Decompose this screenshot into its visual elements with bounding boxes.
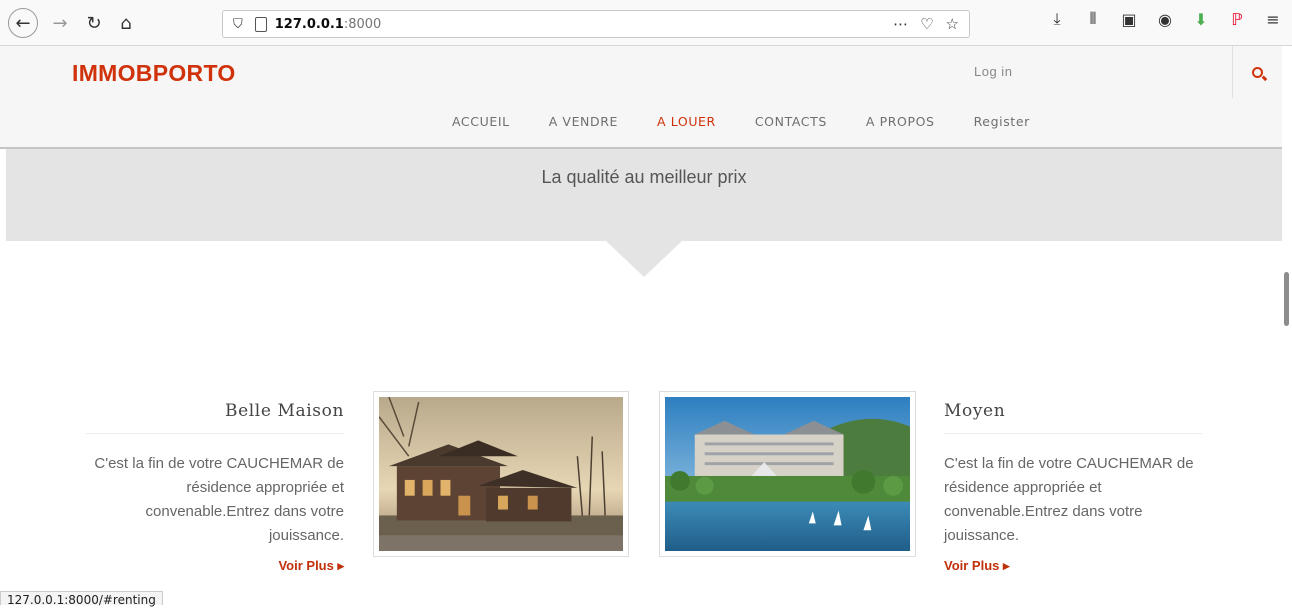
band-arrow xyxy=(606,241,682,277)
listing-text-1: Belle Maison C'est la fin de votre CAUCH… xyxy=(86,401,344,575)
home-icon[interactable]: ⌂ xyxy=(112,9,140,37)
tagline: La qualité au meilleur prix xyxy=(541,167,747,187)
downloads-icon[interactable]: ⤓ xyxy=(1046,9,1068,29)
nav-register[interactable]: Register xyxy=(974,114,1030,129)
main-nav: ACCUEIL A VENDRE A LOUER CONTACTS A PROP… xyxy=(452,114,1069,129)
listing-photo-house[interactable] xyxy=(373,391,629,557)
login-link[interactable]: Log in xyxy=(974,64,1012,79)
tagline-band: La qualité au meilleur prix xyxy=(6,149,1282,241)
url-host: 127.0.0.1 xyxy=(274,16,344,32)
back-icon[interactable]: ← xyxy=(8,8,38,38)
browser-toolbar: ← → ↻ ⌂ ⛉ 127.0.0.1 :8000 ⋯ ♡ ☆ ⤓ ⫴ ▣ ◉ … xyxy=(0,0,1292,46)
tracking-shield-icon[interactable]: ⛉ xyxy=(233,17,243,32)
house-image xyxy=(379,397,623,551)
url-port: :8000 xyxy=(343,16,382,32)
menu-icon[interactable]: ≡ xyxy=(1262,10,1284,29)
listing-title: Moyen xyxy=(944,401,1202,434)
sidebar-icon[interactable]: ▣ xyxy=(1118,10,1140,29)
listing-description: C'est la fin de votre CAUCHEMAR de résid… xyxy=(94,455,344,544)
voir-plus-link[interactable]: Voir Plus ▸ xyxy=(944,558,1010,574)
page-icon xyxy=(254,16,267,32)
page-actions-icon[interactable]: ⋯ xyxy=(893,15,908,33)
nav-a-vendre[interactable]: A VENDRE xyxy=(549,114,618,129)
search-icon xyxy=(1252,66,1263,78)
pocket-icon[interactable]: ♡ xyxy=(920,15,933,33)
nav-contacts[interactable]: CONTACTS xyxy=(755,114,827,129)
resort-image xyxy=(665,397,910,551)
site-header: IMMOBPORTO Log in ACCUEIL A VENDRE A LOU… xyxy=(0,46,1282,149)
forward-icon[interactable]: → xyxy=(46,9,74,37)
account-icon[interactable]: ◉ xyxy=(1154,10,1176,29)
listing-photo-resort[interactable] xyxy=(659,391,916,557)
listing-title: Belle Maison xyxy=(86,401,344,434)
listing-text-2: Moyen C'est la fin de votre CAUCHEMAR de… xyxy=(944,401,1202,575)
listing-description: C'est la fin de votre CAUCHEMAR de résid… xyxy=(944,455,1194,544)
nav-a-propos[interactable]: A PROPOS xyxy=(866,114,935,129)
download-extension-icon[interactable]: ⬇ xyxy=(1190,10,1212,29)
address-bar[interactable]: ⛉ 127.0.0.1 :8000 ⋯ ♡ ☆ xyxy=(222,10,970,38)
pinterest-icon[interactable]: ℙ xyxy=(1226,10,1248,29)
reload-icon[interactable]: ↻ xyxy=(80,9,108,37)
scrollbar-thumb[interactable] xyxy=(1284,272,1289,326)
nav-a-louer[interactable]: A LOUER xyxy=(657,114,716,129)
nav-accueil[interactable]: ACCUEIL xyxy=(452,114,510,129)
search-button[interactable] xyxy=(1232,46,1282,98)
voir-plus-link[interactable]: Voir Plus ▸ xyxy=(278,558,344,574)
site-logo[interactable]: IMMOBPORTO xyxy=(72,60,236,87)
bookmark-star-icon[interactable]: ☆ xyxy=(946,15,959,33)
scrollbar-track[interactable] xyxy=(1282,149,1292,603)
library-icon[interactable]: ⫴ xyxy=(1082,9,1104,29)
